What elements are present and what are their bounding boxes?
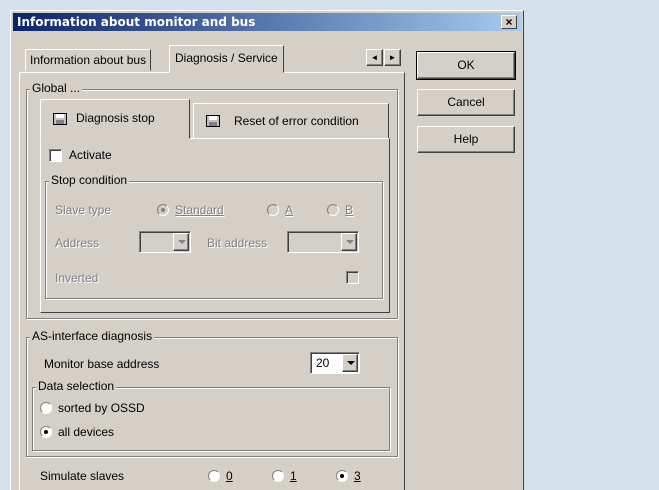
simulate-1-radio[interactable]	[272, 470, 284, 482]
sorted-by-ossd-radio[interactable]	[40, 402, 52, 414]
as-interface-label: AS-interface diagnosis	[30, 329, 155, 343]
bit-address-dropdown-button[interactable]	[341, 233, 357, 251]
slave-type-a-label: A	[285, 203, 294, 217]
monitor-base-combo[interactable]: 20	[310, 352, 360, 374]
bit-address-label: Bit address	[207, 236, 268, 250]
tab-information-about-bus[interactable]: Information about bus	[25, 49, 152, 71]
help-button[interactable]: Help	[417, 126, 515, 153]
slave-type-standard-radio[interactable]	[157, 204, 169, 216]
simulate-3-radio[interactable]	[336, 470, 348, 482]
simulate-1-label: 1	[290, 469, 297, 483]
disk-icon	[53, 113, 67, 125]
cancel-button[interactable]: Cancel	[417, 89, 515, 116]
address-dropdown-button[interactable]	[173, 233, 189, 251]
slave-type-b-label: B	[345, 203, 354, 217]
tab-scroll-left-button[interactable]: ◄	[366, 49, 383, 66]
activate-label: Activate	[69, 148, 112, 162]
cancel-button-label: Cancel	[447, 95, 485, 109]
help-button-label: Help	[453, 132, 479, 146]
tab-label: Information about bus	[30, 53, 147, 67]
monitor-base-value: 20	[316, 356, 330, 370]
all-devices-radio[interactable]	[40, 426, 52, 438]
chevron-down-icon	[347, 361, 355, 365]
subtab-panel-diagnosis-stop: Activate Stop condition Slave type Stand…	[40, 138, 390, 313]
slave-type-standard-label: Standard	[175, 203, 224, 217]
all-devices-label: all devices	[58, 425, 115, 439]
tab-diagnosis-service[interactable]: Diagnosis / Service	[169, 45, 284, 73]
slave-type-label: Slave type	[55, 203, 112, 217]
slave-type-b-radio[interactable]	[327, 204, 339, 216]
simulate-0-label: 0	[226, 469, 233, 483]
sorted-by-ossd-label: sorted by OSSD	[58, 401, 145, 415]
subtab-reset-of-error-condition[interactable]: Reset of error condition	[193, 103, 389, 139]
subtab-label: Diagnosis stop	[76, 111, 155, 125]
slave-type-a-radio[interactable]	[267, 204, 279, 216]
simulate-0-radio[interactable]	[208, 470, 220, 482]
window-title: Information about monitor and bus	[17, 15, 256, 29]
tab-scroll-right-button[interactable]: ►	[384, 49, 401, 66]
disk-icon	[206, 115, 220, 127]
simulate-3-label: 3	[354, 469, 361, 483]
inverted-label: Inverted	[55, 271, 99, 285]
subtab-diagnosis-stop[interactable]: Diagnosis stop	[40, 99, 190, 139]
subtab-label: Reset of error condition	[234, 114, 359, 128]
title-bar[interactable]: Information about monitor and bus ×	[13, 13, 521, 31]
simulate-slaves-label: Simulate slaves	[40, 469, 125, 483]
arrow-right-icon: ►	[388, 53, 397, 62]
address-combo[interactable]	[139, 231, 191, 253]
stop-condition-label: Stop condition	[49, 173, 130, 187]
bit-address-combo[interactable]	[287, 231, 359, 253]
inverted-checkbox[interactable]	[346, 271, 359, 284]
address-label: Address	[55, 236, 100, 250]
ok-button[interactable]: OK	[416, 51, 516, 80]
global-group-label: Global ...	[30, 81, 83, 95]
data-selection-label: Data selection	[36, 379, 117, 393]
chevron-down-icon	[346, 240, 354, 244]
tab-panel-diagnosis-service: Global ... Diagnosis stop Reset of error…	[19, 72, 405, 490]
data-selection-group	[32, 387, 390, 451]
arrow-left-icon: ◄	[370, 53, 379, 62]
ok-button-label: OK	[457, 58, 475, 72]
tab-label: Diagnosis / Service	[175, 51, 278, 65]
chevron-down-icon	[178, 240, 186, 244]
activate-checkbox[interactable]	[49, 149, 62, 162]
monitor-base-dropdown-button[interactable]	[342, 354, 358, 372]
dialog-window: Information about monitor and bus × Info…	[10, 10, 524, 490]
close-button[interactable]: ×	[501, 15, 517, 29]
monitor-base-label: Monitor base address	[44, 357, 160, 371]
